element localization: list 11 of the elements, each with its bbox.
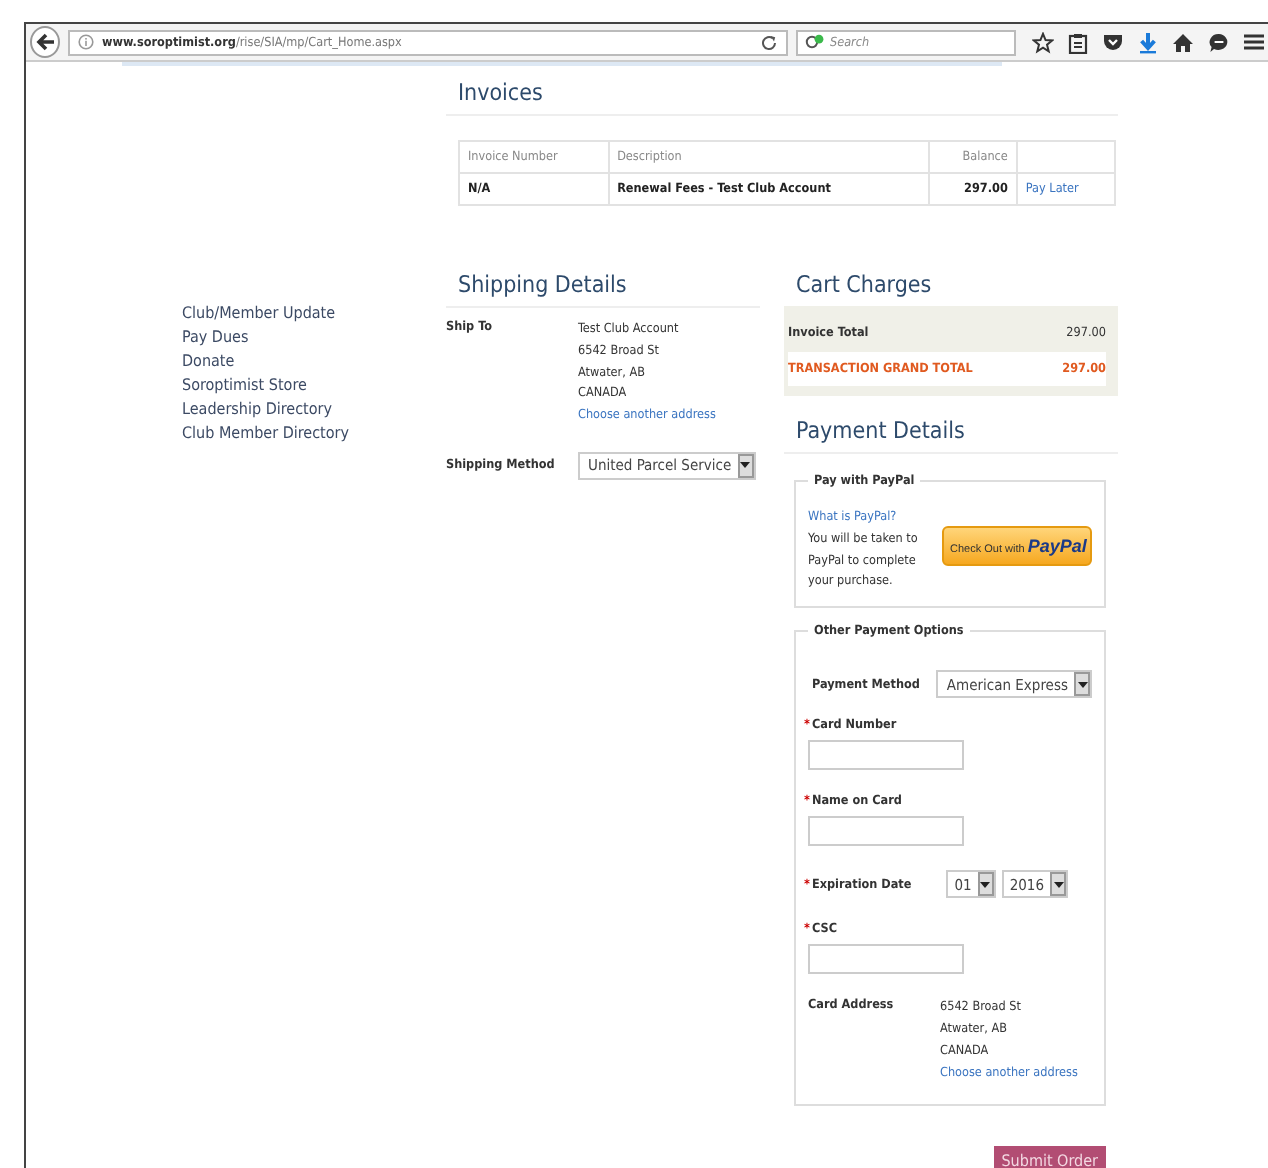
submit-order-button[interactable]: Submit Order — [993, 1146, 1106, 1168]
section-heading: Payment Details — [796, 416, 967, 444]
sidebar-link[interactable]: Donate — [182, 350, 446, 374]
sidebar-link[interactable]: Club/Member Update — [182, 302, 446, 326]
sidebar-link[interactable]: Soroptimist Store — [182, 374, 446, 398]
sidebar-link[interactable]: Club Member Directory — [182, 422, 446, 446]
sidebar-link[interactable]: Leadership Directory — [182, 398, 446, 422]
section-heading: Shipping Details — [458, 270, 629, 298]
sidebar-link[interactable]: Pay Dues — [182, 326, 446, 350]
section-heading: Cart Charges — [796, 270, 934, 298]
section-heading: Invoices — [458, 78, 545, 106]
